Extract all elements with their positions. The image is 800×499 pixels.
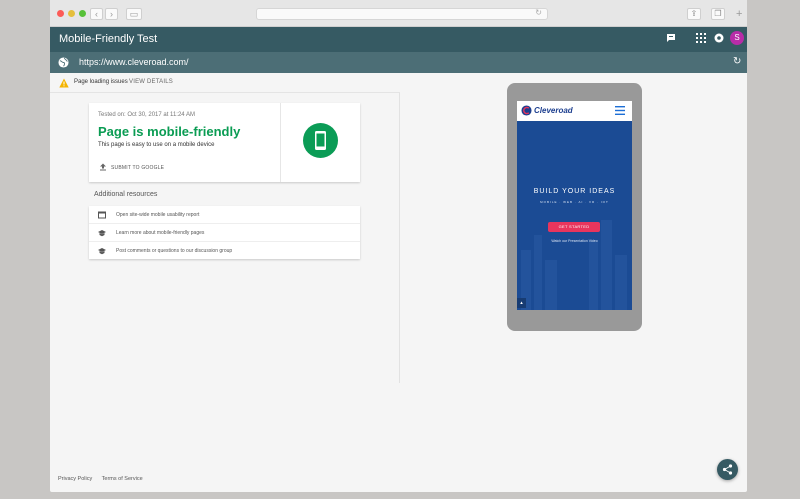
globe-icon [58, 57, 69, 68]
school-icon [98, 248, 106, 255]
browser-address-bar[interactable]: ↻ [256, 8, 548, 20]
report-icon [98, 211, 106, 219]
browser-window: ‹ › ▭ ↻ ⇪ ❐ + Mobile-Friendly Test S htt… [50, 0, 747, 492]
resource-label: Open site-wide mobile usability report [116, 212, 200, 218]
resource-item[interactable]: Open site-wide mobile usability report [89, 206, 360, 224]
resource-item[interactable]: Learn more about mobile-friendly pages [89, 224, 360, 242]
terms-of-service-link[interactable]: Terms of Service [102, 476, 143, 482]
tab-overview-icon[interactable]: ❐ [711, 8, 725, 20]
new-tab-icon[interactable]: + [736, 8, 747, 20]
forward-button[interactable]: › [105, 8, 118, 20]
phone-preview-frame: Cleveroad BUILD YOUR IDEAS MOBILE · WEB … [507, 83, 642, 331]
submit-to-google-button[interactable]: SUBMIT TO GOOGLE [111, 165, 164, 171]
minimize-window-button[interactable] [68, 10, 75, 17]
browser-toolbar: ‹ › ▭ ↻ ⇪ ❐ + [50, 0, 747, 27]
privacy-policy-link[interactable]: Privacy Policy [58, 476, 92, 482]
apps-grid-icon[interactable] [695, 33, 707, 45]
smartphone-icon [315, 131, 326, 150]
app-title: Mobile-Friendly Test [59, 33, 158, 45]
hero-subtitle: MOBILE · WEB · AI · VR · IOT [540, 200, 609, 204]
site-hero: BUILD YOUR IDEAS MOBILE · WEB · AI · VR … [517, 121, 632, 310]
site-brand: Cleveroad [534, 106, 573, 115]
resource-label: Post comments or questions to our discus… [116, 248, 233, 254]
back-button[interactable]: ‹ [90, 8, 103, 20]
result-card: Tested on: Oct 30, 2017 at 11:24 AM Page… [89, 103, 360, 182]
page-footer: Privacy Policy Terms of Service [58, 476, 151, 482]
resource-item[interactable]: Post comments or questions to our discus… [89, 242, 360, 260]
mobile-friendly-badge [303, 123, 338, 158]
reload-icon[interactable]: ↻ [535, 8, 542, 17]
results-pane: Page loading issues VIEW DETAILS Tested … [50, 73, 400, 383]
phone-screen: Cleveroad BUILD YOUR IDEAS MOBILE · WEB … [517, 101, 632, 310]
sidebar-toggle-icon[interactable]: ▭ [126, 8, 142, 20]
maximize-window-button[interactable] [79, 10, 86, 17]
card-divider [280, 103, 281, 182]
upload-icon[interactable] [99, 163, 107, 171]
resources-list: Open site-wide mobile usability report L… [89, 206, 360, 259]
resource-label: Learn more about mobile-friendly pages [116, 230, 205, 236]
feedback-icon[interactable] [665, 33, 677, 45]
cleveroad-logo-icon [521, 105, 532, 116]
tested-timestamp: Tested on: Oct 30, 2017 at 11:24 AM [98, 112, 195, 118]
result-subtext: This page is easy to use on a mobile dev… [98, 142, 215, 148]
get-started-button[interactable]: GET STARTED [548, 222, 600, 232]
close-window-button[interactable] [57, 10, 64, 17]
issues-label: Page loading issues [74, 79, 128, 85]
chevron-up-icon[interactable]: ▴ [517, 298, 526, 308]
tested-url-bar: https://www.cleveroad.com/ ↻ [50, 52, 747, 73]
view-details-link[interactable]: VIEW DETAILS [129, 79, 173, 85]
share-icon[interactable]: ⇪ [687, 8, 701, 20]
share-button[interactable] [717, 459, 738, 480]
watch-video-link[interactable]: Watch our Presentation Video [517, 239, 632, 243]
school-icon [98, 230, 106, 237]
issues-banner: Page loading issues VIEW DETAILS [50, 73, 400, 93]
hero-title: BUILD YOUR IDEAS [533, 188, 616, 195]
share-icon [722, 464, 733, 475]
hamburger-menu-icon[interactable] [615, 106, 625, 115]
additional-resources-heading: Additional resources [94, 191, 158, 198]
app-header: Mobile-Friendly Test S [50, 27, 747, 52]
result-headline: Page is mobile-friendly [98, 124, 241, 139]
notifications-icon[interactable] [713, 33, 725, 45]
avatar[interactable]: S [730, 31, 744, 45]
warning-icon [59, 78, 69, 88]
site-header: Cleveroad [517, 101, 632, 121]
tested-url[interactable]: https://www.cleveroad.com/ [79, 57, 189, 67]
refresh-icon[interactable]: ↻ [733, 56, 741, 67]
